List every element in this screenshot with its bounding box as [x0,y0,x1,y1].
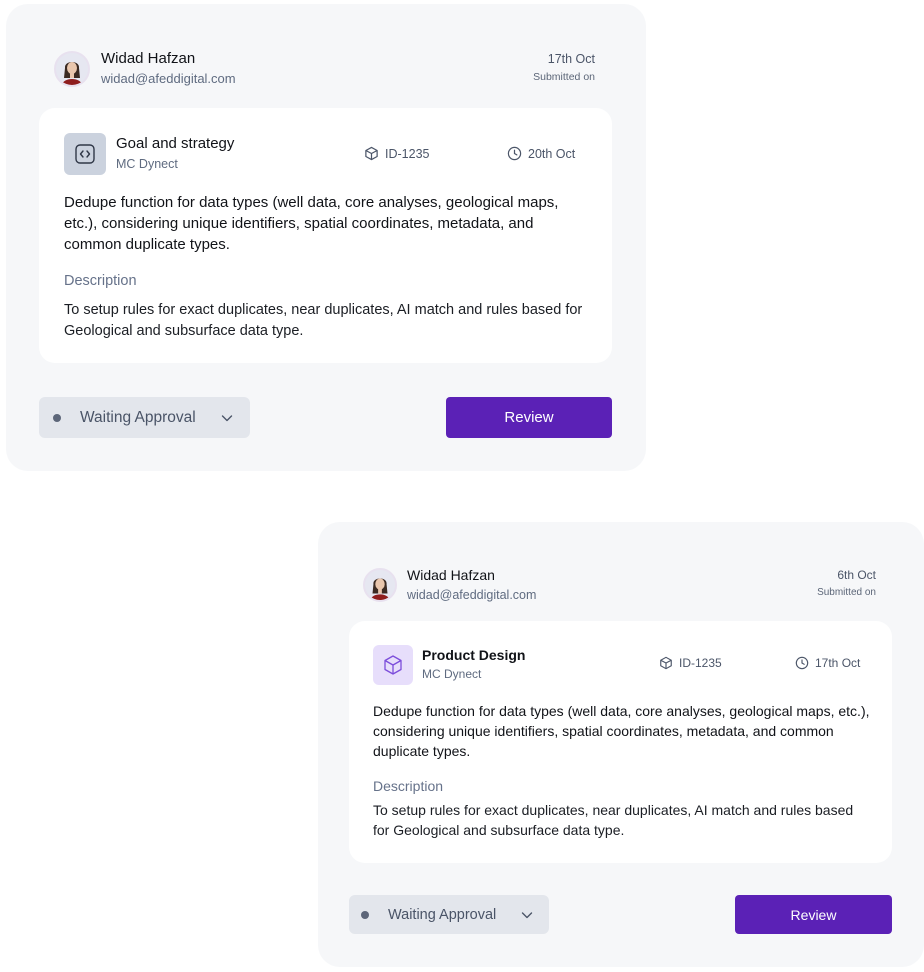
description-text: To setup rules for exact duplicates, nea… [64,302,583,339]
review-button[interactable]: Review [446,397,612,438]
submitter: Widad Hafzan widad@afeddigital.com [363,565,536,604]
submitted-date: 17th Oct [547,52,595,66]
due-date-label: 20th Oct [528,146,576,161]
status-label: Waiting Approval [80,408,196,426]
request-details: Product Design MC Dynect ID-1235 17th Oc… [349,621,892,863]
request-card: Widad Hafzan widad@afeddigital.com 6th O… [318,522,924,967]
submitted-info: 17th Oct Submitted on [533,51,595,84]
avatar [54,50,90,87]
code-icon [64,133,106,175]
description-text: To setup rules for exact duplicates, nea… [373,802,854,838]
status-dropdown[interactable]: Waiting Approval [39,397,250,438]
clock-icon [795,656,809,670]
category-title: Product Design [422,647,526,663]
cube-icon [365,146,378,161]
avatar [363,567,397,602]
submitted-date: 6th Oct [837,568,876,582]
chevron-down-icon [221,415,233,422]
status-dot [53,413,61,422]
chevron-down-icon [521,912,533,919]
category-subtitle: MC Dynect [422,667,482,681]
clock-icon [507,146,522,161]
submitter: Widad Hafzan widad@afeddigital.com [54,49,236,88]
status-dot [361,910,369,919]
request-details: Goal and strategy MC Dynect ID-1235 20th… [39,108,612,363]
due-date-label: 17th Oct [815,656,861,670]
request-summary: Dedupe function for data types (well dat… [64,194,559,253]
submitter-name: Widad Hafzan [101,50,196,67]
request-id-label: ID-1235 [385,146,430,161]
submitter-email: widad@afeddigital.com [101,71,236,86]
submitter-name: Widad Hafzan [407,567,495,583]
request-id-label: ID-1235 [679,656,722,670]
description-label: Description [373,778,444,794]
status-dropdown[interactable]: Waiting Approval [349,895,549,934]
submitted-info: 6th Oct Submitted on [817,567,876,600]
submitter-email: widad@afeddigital.com [407,588,537,602]
request-summary: Dedupe function for data types (well dat… [373,703,870,759]
category-title: Goal and strategy [116,135,235,152]
category-subtitle: MC Dynect [116,157,178,171]
cube-icon [373,645,413,685]
status-label: Waiting Approval [388,906,497,923]
submitted-label: Submitted on [817,587,876,598]
due-date: 20th Oct [507,146,575,161]
due-date: 17th Oct [795,656,860,670]
request-card: Widad Hafzan widad@afeddigital.com 17th … [6,4,646,471]
description-label: Description [64,273,137,289]
request-id: ID-1235 [364,146,429,161]
submitted-label: Submitted on [533,71,595,83]
cube-icon [660,656,672,670]
review-button[interactable]: Review [735,895,892,934]
request-id: ID-1235 [659,656,722,670]
